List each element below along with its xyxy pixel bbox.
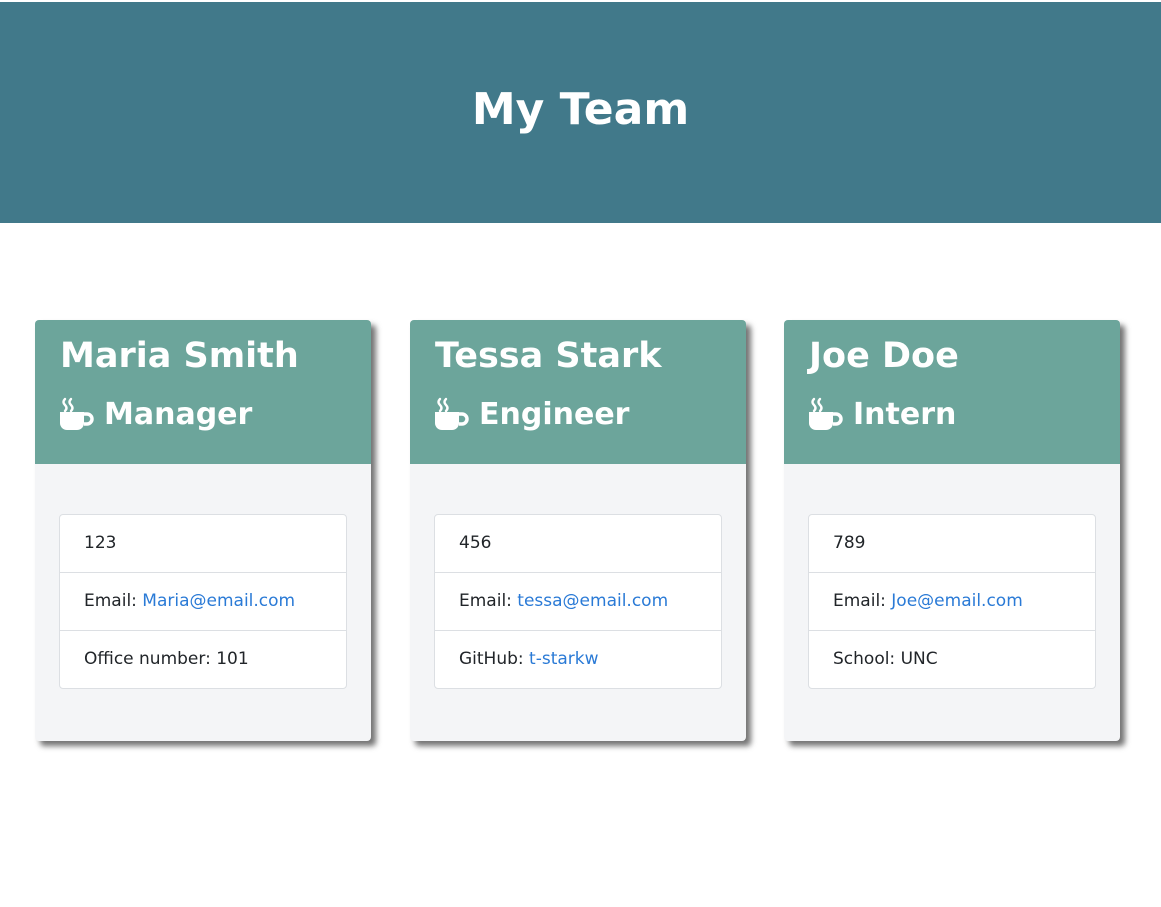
school-value: UNC — [900, 649, 938, 669]
employee-card-engineer: Tessa Stark Engineer 456 Email: tessa@em… — [410, 320, 746, 741]
page-title: My Team — [471, 84, 690, 135]
info-list: 123 Email: Maria@email.com Office number… — [59, 514, 347, 689]
email-item: Email: tessa@email.com — [435, 573, 721, 631]
email-label: Email: — [84, 591, 143, 611]
employee-card-intern: Joe Doe Intern 789 Email: Joe@email.com … — [784, 320, 1120, 741]
github-link[interactable]: t-starkw — [529, 649, 598, 669]
school-label: School: — [833, 649, 901, 669]
email-label: Email: — [459, 591, 518, 611]
employee-role: Engineer — [434, 396, 629, 432]
email-link[interactable]: Maria@email.com — [142, 591, 295, 611]
office-label: Office number: — [84, 649, 217, 669]
coffee-mug-icon — [435, 397, 469, 430]
email-item: Email: Maria@email.com — [60, 573, 346, 631]
coffee-mug-icon — [60, 397, 94, 430]
role-label: Engineer — [479, 396, 630, 432]
id-item: 456 — [435, 515, 721, 573]
employee-card-manager: Maria Smith Manager 123 Email: Maria@ema… — [35, 320, 371, 741]
id-item: 789 — [809, 515, 1095, 573]
card-header: Maria Smith Manager — [35, 320, 371, 464]
employee-name: Tessa Stark — [435, 336, 662, 376]
info-list: 456 Email: tessa@email.com GitHub: t-sta… — [434, 514, 722, 689]
email-label: Email: — [833, 591, 892, 611]
employee-role: Intern — [808, 396, 956, 432]
card-header: Joe Doe Intern — [784, 320, 1120, 464]
github-label: GitHub: — [459, 649, 530, 669]
email-link[interactable]: tessa@email.com — [517, 591, 668, 611]
employee-name: Joe Doe — [809, 336, 959, 376]
school-item: School: UNC — [809, 631, 1095, 688]
role-label: Intern — [853, 396, 957, 432]
employee-role: Manager — [59, 396, 252, 432]
role-label: Manager — [104, 396, 253, 432]
page-header: My Team — [0, 2, 1161, 223]
email-item: Email: Joe@email.com — [809, 573, 1095, 631]
github-item: GitHub: t-starkw — [435, 631, 721, 688]
card-header: Tessa Stark Engineer — [410, 320, 746, 464]
coffee-mug-icon — [809, 397, 843, 430]
email-link[interactable]: Joe@email.com — [891, 591, 1022, 611]
id-item: 123 — [60, 515, 346, 573]
employee-name: Maria Smith — [60, 336, 299, 376]
office-number-item: Office number: 101 — [60, 631, 346, 688]
office-value: 101 — [216, 649, 249, 669]
info-list: 789 Email: Joe@email.com School: UNC — [808, 514, 1096, 689]
